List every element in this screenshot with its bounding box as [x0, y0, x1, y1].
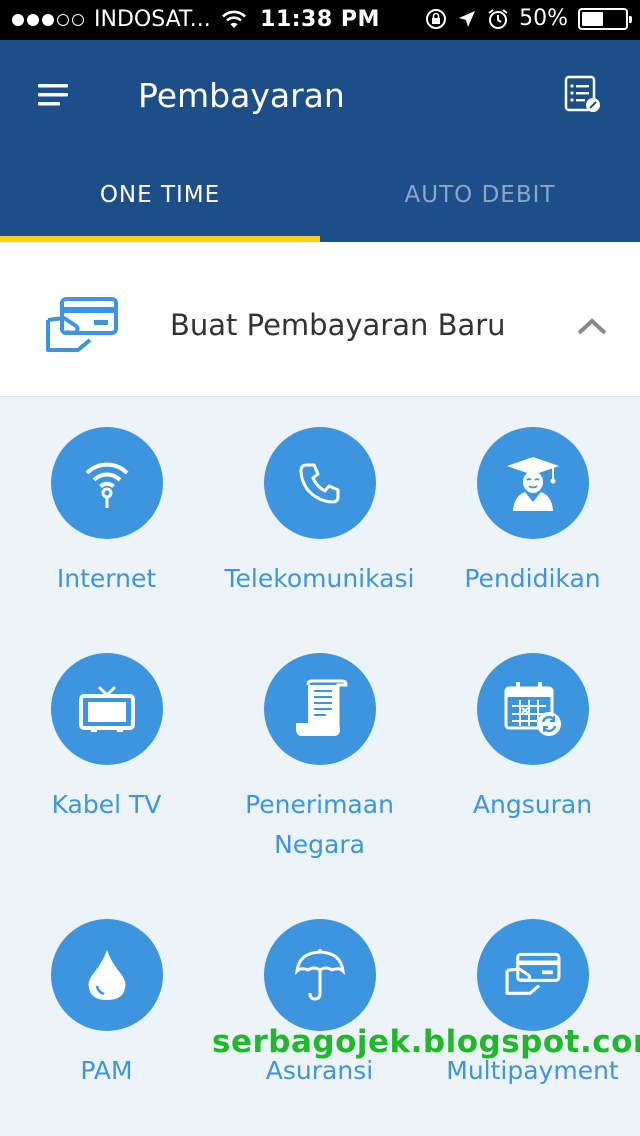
- chevron-up-icon[interactable]: [576, 316, 608, 336]
- water-drop-icon: [88, 950, 125, 1000]
- category-icon-circle: [263, 427, 376, 539]
- phone-icon: [299, 463, 339, 504]
- section-title: Buat Pembayaran Baru: [170, 308, 506, 342]
- category-icon-circle: [476, 919, 589, 1031]
- category-icon-circle: [50, 653, 163, 765]
- category-label: Telekomunikasi: [224, 564, 415, 593]
- category-label: Penerimaan Negara: [245, 790, 394, 859]
- category-icon-circle: [476, 653, 589, 765]
- graduate-icon: [506, 457, 559, 511]
- category-label: PAM: [80, 1056, 133, 1085]
- location-arrow-icon: [459, 10, 476, 27]
- category-pendidikan[interactable]: Pendidikan: [426, 427, 639, 599]
- tv-icon: [78, 685, 135, 732]
- receipt-list-icon[interactable]: [562, 74, 602, 114]
- category-asuransi[interactable]: Asuransi: [213, 919, 426, 1091]
- category-label: Kabel TV: [51, 790, 162, 819]
- page-title: Pembayaran: [138, 76, 345, 115]
- category-penerimaan-negara[interactable]: Penerimaan Negara: [213, 653, 426, 865]
- battery-icon: [578, 7, 632, 30]
- category-kabel-tv[interactable]: Kabel TV: [0, 653, 213, 825]
- category-icon-circle: [263, 919, 376, 1031]
- category-angsuran[interactable]: Angsuran: [426, 653, 639, 825]
- watermark-text: serbagojek.blogspot.com: [212, 1024, 640, 1060]
- wifi-icon: [85, 462, 128, 508]
- hamburger-menu-icon[interactable]: [36, 82, 70, 108]
- category-icon-circle: [50, 919, 163, 1031]
- category-multipayment[interactable]: Multipayment: [426, 919, 639, 1091]
- category-label: Angsuran: [472, 790, 593, 819]
- category-label: Pendidikan: [464, 564, 601, 593]
- tab-bar: ONE TIME AUTO DEBIT: [0, 160, 640, 242]
- category-label: Internet: [56, 564, 157, 593]
- category-icon-circle: [263, 653, 376, 765]
- alarm-icon: [488, 8, 508, 29]
- tab-label: AUTO DEBIT: [404, 182, 556, 208]
- card-in-hand-icon: [505, 952, 560, 995]
- card-in-hand-icon: [46, 297, 118, 352]
- status-bar: INDOSAT... 11:38 PM 50%: [0, 0, 640, 40]
- category-pam[interactable]: PAM: [0, 919, 213, 1091]
- battery-percent: 50%: [519, 6, 568, 31]
- category-icon-circle: [476, 427, 589, 539]
- category-icon-circle: [50, 427, 163, 539]
- umbrella-icon: [294, 949, 345, 1001]
- tab-auto-debit[interactable]: AUTO DEBIT: [320, 160, 640, 242]
- tab-one-time[interactable]: ONE TIME: [0, 160, 320, 242]
- scroll-icon: [295, 679, 348, 736]
- new-payment-section-header[interactable]: Buat Pembayaran Baru: [0, 242, 640, 397]
- calendar-icon: [504, 682, 561, 736]
- app-bar: Pembayaran ONE TIME AUTO DEBIT: [0, 40, 640, 242]
- category-internet[interactable]: Internet: [0, 427, 213, 599]
- tab-label: ONE TIME: [99, 182, 221, 208]
- rotation-lock-icon: [426, 8, 447, 29]
- category-telekomunikasi[interactable]: Telekomunikasi: [213, 427, 426, 599]
